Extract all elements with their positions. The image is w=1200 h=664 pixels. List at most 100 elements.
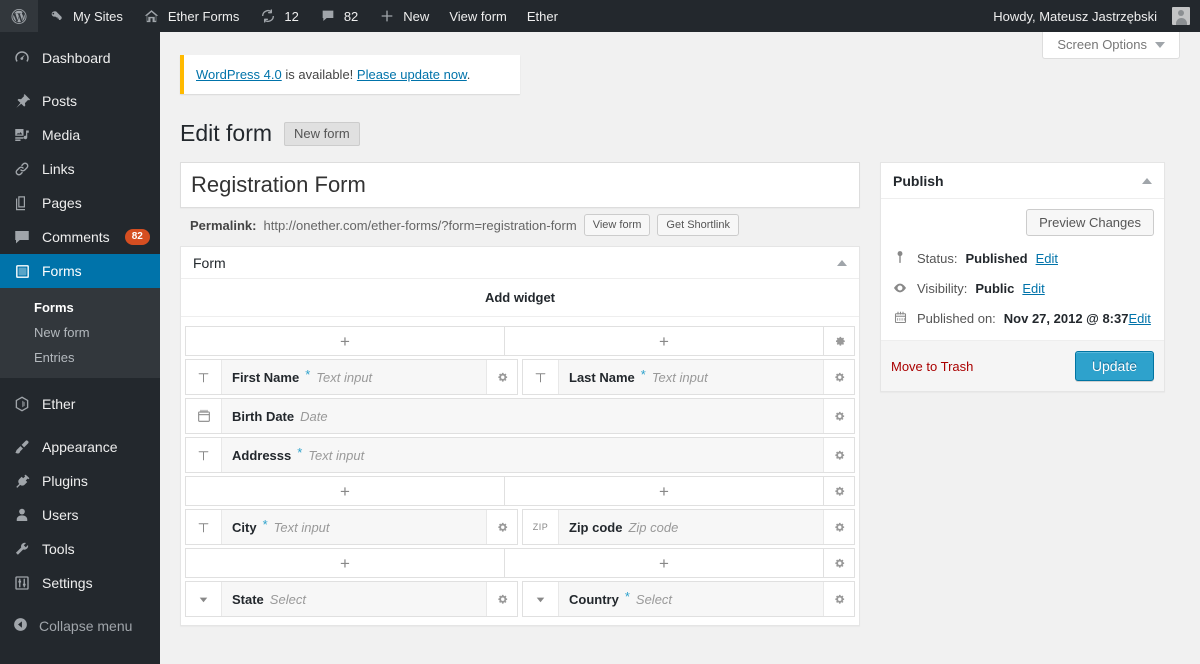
adminbar-wordpress-logo[interactable]: [0, 0, 38, 32]
update-now-link[interactable]: Please update now: [357, 67, 467, 82]
required-marker: *: [297, 444, 303, 460]
sidebar-item-tools[interactable]: Tools: [0, 532, 160, 566]
adminbar-comments[interactable]: 82: [309, 0, 368, 32]
gear-icon: [497, 594, 507, 604]
collapse-menu-button[interactable]: Collapse menu: [0, 609, 160, 643]
add-widget-column-button[interactable]: +: [186, 477, 505, 505]
add-widget-column-button[interactable]: +: [186, 327, 505, 355]
publish-box-header[interactable]: Publish: [881, 163, 1164, 199]
field-body[interactable]: Birth Date Date: [222, 399, 824, 433]
menu-spacer-1: [0, 75, 160, 84]
form-field-last-name[interactable]: Last Name * Text input: [522, 359, 855, 395]
adminbar-my-sites[interactable]: My Sites: [38, 0, 133, 32]
sidebar-subitem-forms[interactable]: Forms: [0, 295, 160, 320]
update-button[interactable]: Update: [1074, 351, 1154, 381]
screen-options-toggle[interactable]: Screen Options: [1042, 32, 1180, 59]
user-icon: [12, 505, 32, 525]
sidebar-item-users[interactable]: Users: [0, 498, 160, 532]
sidebar-subitem-entries[interactable]: Entries: [0, 345, 160, 370]
form-field-state[interactable]: State Select: [185, 581, 518, 617]
sidebar-item-media[interactable]: Media: [0, 118, 160, 152]
sidebar-item-dashboard[interactable]: Dashboard: [0, 41, 160, 75]
notice-mid-text: is available!: [281, 67, 357, 82]
preview-changes-button[interactable]: Preview Changes: [1026, 209, 1154, 236]
add-widget-button[interactable]: Add widget: [181, 279, 859, 317]
chevron-up-icon[interactable]: [1142, 177, 1152, 184]
adminbar-new-content[interactable]: New: [368, 0, 439, 32]
field-row: State Select Country * Select: [185, 581, 855, 617]
sidebar-item-posts[interactable]: Posts: [0, 84, 160, 118]
sidebar-item-plugins[interactable]: Plugins: [0, 464, 160, 498]
field-body[interactable]: First Name * Text input: [222, 360, 487, 394]
form-field-country[interactable]: Country * Select: [522, 581, 855, 617]
field-settings-button[interactable]: [824, 582, 854, 616]
gear-icon: [834, 411, 844, 421]
add-widget-column-button[interactable]: +: [505, 549, 824, 577]
media-icon: [12, 125, 32, 145]
admin-bar: My Sites Ether Forms 12 82 New View form…: [0, 0, 1200, 32]
adminbar-my-sites-label: My Sites: [73, 8, 123, 24]
gear-icon: [834, 522, 844, 532]
sidebar-item-appearance[interactable]: Appearance: [0, 430, 160, 464]
field-settings-button[interactable]: [487, 360, 517, 394]
add-widget-column-button[interactable]: +: [186, 549, 505, 577]
form-builder-header[interactable]: Form: [181, 247, 859, 279]
field-body[interactable]: Country * Select: [559, 582, 824, 616]
form-field-first-name[interactable]: First Name * Text input: [185, 359, 518, 395]
form-builder-title: Form: [193, 254, 226, 271]
field-body[interactable]: City * Text input: [222, 510, 487, 544]
add-widget-column-button[interactable]: +: [505, 477, 824, 505]
field-body[interactable]: State Select: [222, 582, 487, 616]
sidebar-submenu-forms: Forms New form Entries: [0, 288, 160, 378]
plus-icon: [378, 7, 396, 25]
move-to-trash-link[interactable]: Move to Trash: [891, 359, 973, 374]
adminbar-ether[interactable]: Ether: [517, 0, 568, 32]
field-body[interactable]: Addresss * Text input: [222, 438, 824, 472]
get-shortlink-button[interactable]: Get Shortlink: [657, 214, 739, 236]
field-settings-button[interactable]: [487, 510, 517, 544]
field-settings-button[interactable]: [487, 582, 517, 616]
sidebar-item-comments[interactable]: Comments 82: [0, 220, 160, 254]
field-settings-button[interactable]: [824, 399, 854, 433]
new-form-button[interactable]: New form: [284, 121, 360, 146]
sidebar-item-settings[interactable]: Settings: [0, 566, 160, 600]
adminbar-my-account[interactable]: Howdy, Mateusz Jastrzębski: [983, 0, 1200, 32]
sidebar-item-ether[interactable]: Ether: [0, 387, 160, 421]
wordpress-version-link[interactable]: WordPress 4.0: [196, 67, 282, 82]
form-title-input[interactable]: [181, 163, 859, 207]
sidebar-item-pages[interactable]: Pages: [0, 186, 160, 220]
visibility-label: Visibility:: [917, 281, 968, 296]
adminbar-site-name[interactable]: Ether Forms: [133, 0, 250, 32]
published-on-edit-link[interactable]: Edit: [1128, 310, 1150, 328]
add-widget-column-button[interactable]: +: [505, 327, 824, 355]
field-settings-button[interactable]: [824, 438, 854, 472]
row-settings-button[interactable]: [824, 327, 854, 355]
view-form-button[interactable]: View form: [583, 214, 651, 236]
collapse-menu-label: Collapse menu: [39, 618, 133, 634]
form-field-zip-code[interactable]: ZIP Zip code Zip code: [522, 509, 855, 545]
form-field-address[interactable]: Addresss * Text input: [185, 437, 855, 473]
field-body[interactable]: Last Name * Text input: [559, 360, 824, 394]
status-edit-link[interactable]: Edit: [1036, 250, 1058, 268]
field-body[interactable]: Zip code Zip code: [559, 510, 824, 544]
form-field-birth-date[interactable]: Birth Date Date: [185, 398, 855, 434]
main-column: Permalink: http://onether.com/ether-form…: [180, 162, 860, 626]
field-settings-button[interactable]: [824, 510, 854, 544]
field-placeholder: Text input: [308, 447, 365, 463]
row-settings-button[interactable]: [824, 549, 854, 577]
field-settings-button[interactable]: [824, 360, 854, 394]
row-settings-button[interactable]: [824, 477, 854, 505]
visibility-edit-link[interactable]: Edit: [1022, 280, 1044, 298]
publish-box-title: Publish: [893, 172, 944, 189]
sidebar-item-label: Pages: [42, 195, 82, 211]
adminbar-view-form[interactable]: View form: [439, 0, 517, 32]
adminbar-updates[interactable]: 12: [249, 0, 308, 32]
sidebar-item-forms[interactable]: Forms: [0, 254, 168, 288]
edit-form-layout: Permalink: http://onether.com/ether-form…: [180, 162, 1200, 626]
sidebar-item-links[interactable]: Links: [0, 152, 160, 186]
required-marker: *: [640, 366, 646, 382]
sidebar-item-label: Posts: [42, 93, 78, 109]
sidebar-subitem-new-form[interactable]: New form: [0, 320, 160, 345]
chevron-up-icon[interactable]: [837, 259, 847, 266]
form-field-city[interactable]: City * Text input: [185, 509, 518, 545]
